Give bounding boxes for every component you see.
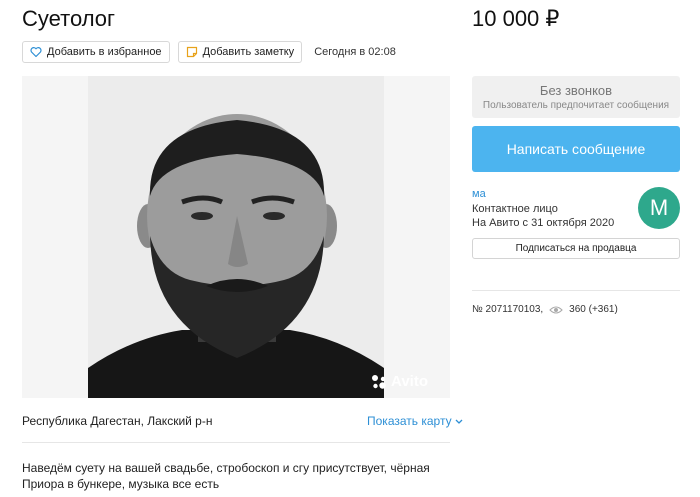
heart-icon [30,46,42,58]
add-to-favorites-button[interactable]: Добавить в избранное [22,41,170,63]
listing-actions: Добавить в избранное Добавить заметку Се… [22,41,396,63]
listing-photo[interactable]: Avito [22,76,450,398]
portrait-image [22,76,450,398]
add-note-label: Добавить заметку [202,46,295,58]
watermark-text: Avito [391,373,428,390]
listing-description: Наведём суету на вашей свадьбе, стробоск… [22,461,430,491]
show-map-link[interactable]: Показать карту [367,414,463,428]
add-to-favorites-label: Добавить в избранное [47,46,162,58]
avito-watermark: Avito [371,373,428,390]
listing-location: Республика Дагестан, Лакский р-н [22,414,213,428]
divider [472,290,680,291]
chevron-down-icon [455,414,463,428]
seller-role: Контактное лицо [472,203,558,215]
add-note-button[interactable]: Добавить заметку [177,41,303,63]
no-calls-title: Без звонков [539,83,613,98]
write-message-button[interactable]: Написать сообщение [472,126,680,172]
listing-price: 10 000 ₽ [472,6,560,31]
no-calls-notice: Без звонков Пользователь предпочитает со… [472,76,680,118]
subscribe-seller-button[interactable]: Подписаться на продавца [472,238,680,259]
eye-icon [549,305,563,315]
show-map-label: Показать карту [367,414,452,428]
seller-since: На Авито с 31 октября 2020 [472,217,615,229]
listing-title: Суетолог [22,6,116,31]
avito-logo-icon [371,374,387,390]
ad-info: № 2071170103, 360 (+361) [472,304,618,315]
seller-name-link[interactable]: ма [472,188,486,200]
view-count: 360 (+361) [569,304,618,315]
posted-date: Сегодня в 02:08 [314,46,396,58]
note-icon [186,46,198,58]
avatar[interactable]: M [638,187,680,229]
no-calls-subtitle: Пользователь предпочитает сообщения [482,100,670,111]
ad-number: № 2071170103, [472,304,544,315]
divider [22,442,450,443]
